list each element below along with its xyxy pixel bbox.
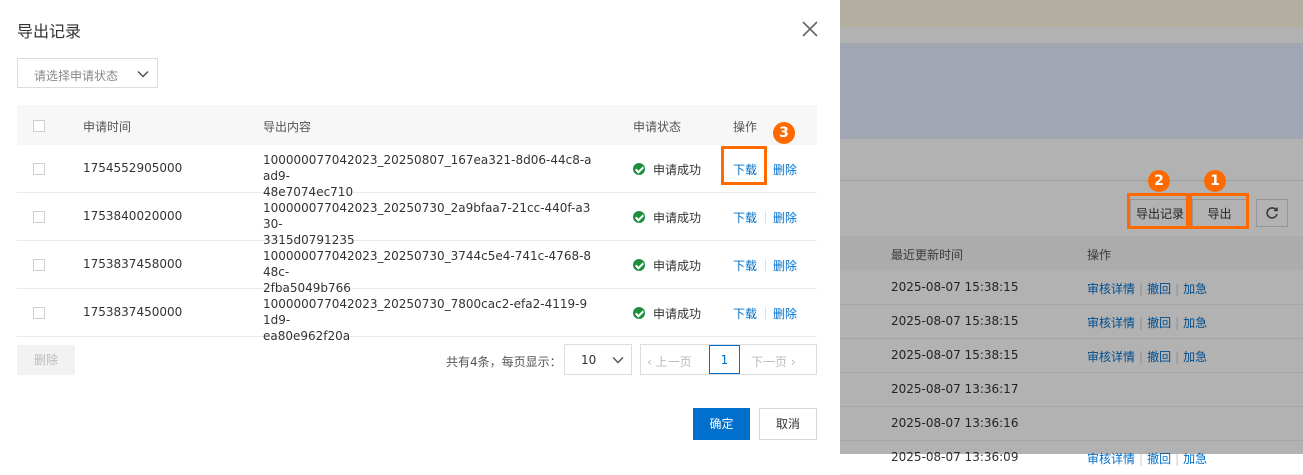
col-apply-status: 申请状态 [633, 120, 682, 134]
export-content-line1: 100000077042023_20250730_3744c5e4-741c-4… [263, 249, 592, 279]
divider: | [1175, 452, 1180, 466]
check-circle-icon [633, 307, 645, 319]
row-checkbox[interactable] [33, 259, 45, 271]
close-icon[interactable] [799, 18, 821, 40]
check-circle-icon [633, 259, 645, 271]
delete-link[interactable]: 删除 [773, 209, 797, 226]
highlight-download [721, 146, 767, 185]
chevron-down-icon [612, 356, 624, 364]
table-row: 1753840020000 100000077042023_20250730_2… [17, 193, 817, 247]
apply-time: 1754552905000 [83, 161, 183, 175]
next-page-label: 下一页 [751, 355, 788, 369]
total-count-text: 共有4条，每页显示： [446, 355, 562, 369]
export-content-line2: ea80e962f20a [263, 329, 351, 343]
download-link[interactable]: 下载 [733, 209, 757, 226]
check-circle-icon [633, 211, 645, 223]
chevron-right-icon: › [790, 355, 796, 369]
next-page-button[interactable]: 下一页 › [751, 353, 796, 370]
cancel-button[interactable]: 取消 [759, 408, 817, 440]
page-size-select[interactable]: 10 [564, 344, 632, 375]
apply-status: 申请成功 [653, 211, 702, 225]
step-badge-3: 3 [773, 122, 795, 144]
table-header: 申请时间 导出内容 申请状态 操作 [17, 105, 817, 145]
export-content-line1: 100000077042023_20250730_2a9bfaa7-21cc-4… [263, 201, 591, 231]
export-content: 100000077042023_20250730_7800cac2-efa2-4… [263, 296, 593, 344]
apply-time: 1753840020000 [83, 209, 183, 223]
download-link[interactable]: 下载 [733, 257, 757, 274]
apply-status: 申请成功 [653, 163, 702, 177]
divider [765, 259, 766, 271]
delete-link[interactable]: 删除 [773, 161, 797, 178]
apply-time: 1753837458000 [83, 257, 183, 271]
status-filter-placeholder: 请选择申请状态 [34, 69, 119, 83]
bulk-delete-button[interactable]: 删除 [17, 345, 75, 375]
row-checkbox[interactable] [33, 211, 45, 223]
pagination: ‹ 上一页 1 下一页 › [640, 344, 817, 375]
divider [765, 307, 766, 319]
prev-page-button[interactable]: ‹ 上一页 [647, 353, 692, 370]
table-row: 1753837458000 100000077042023_20250730_3… [17, 241, 817, 295]
withdraw-link[interactable]: 撤回 [1147, 452, 1171, 466]
prev-page-label: 上一页 [655, 355, 692, 369]
export-records-dialog: 导出记录 请选择申请状态 申请时间 导出内容 申请状态 操作 175455290… [0, 0, 840, 454]
status-filter-select[interactable]: 请选择申请状态 [17, 58, 158, 88]
export-content-line1: 100000077042023_20250807_167ea321-8d06-4… [263, 153, 592, 183]
table-row: 1753837450000 100000077042023_20250730_7… [17, 289, 817, 343]
expedite-link[interactable]: 加急 [1183, 452, 1207, 466]
step-badge-1: 1 [1204, 170, 1226, 192]
table-row: 1754552905000 100000077042023_20250807_1… [17, 145, 817, 199]
row-checkbox[interactable] [33, 307, 45, 319]
highlight-export [1189, 193, 1249, 229]
divider [765, 211, 766, 223]
apply-time: 1753837450000 [83, 305, 183, 319]
chevron-left-icon: ‹ [647, 355, 652, 369]
select-all-checkbox[interactable] [33, 120, 45, 132]
col-apply-time: 申请时间 [83, 120, 132, 134]
apply-status: 申请成功 [653, 307, 702, 321]
chevron-down-icon [137, 70, 149, 78]
col-actions: 操作 [733, 120, 758, 134]
download-link[interactable]: 下载 [733, 305, 757, 322]
delete-link[interactable]: 删除 [773, 257, 797, 274]
highlight-export-records [1127, 193, 1189, 229]
page-size-value: 10 [581, 353, 597, 367]
step-badge-2: 2 [1148, 170, 1170, 192]
review-detail-link[interactable]: 审核详情 [1087, 452, 1135, 466]
check-circle-icon [633, 163, 645, 175]
export-content-line1: 100000077042023_20250730_7800cac2-efa2-4… [263, 297, 588, 327]
delete-link[interactable]: 删除 [773, 305, 797, 322]
apply-status: 申请成功 [653, 259, 702, 273]
confirm-button[interactable]: 确定 [693, 408, 750, 440]
dialog-title: 导出记录 [17, 22, 82, 41]
divider: | [1139, 452, 1144, 466]
current-page-button[interactable]: 1 [709, 345, 740, 374]
row-checkbox[interactable] [33, 163, 45, 175]
col-export-content: 导出内容 [263, 120, 312, 134]
